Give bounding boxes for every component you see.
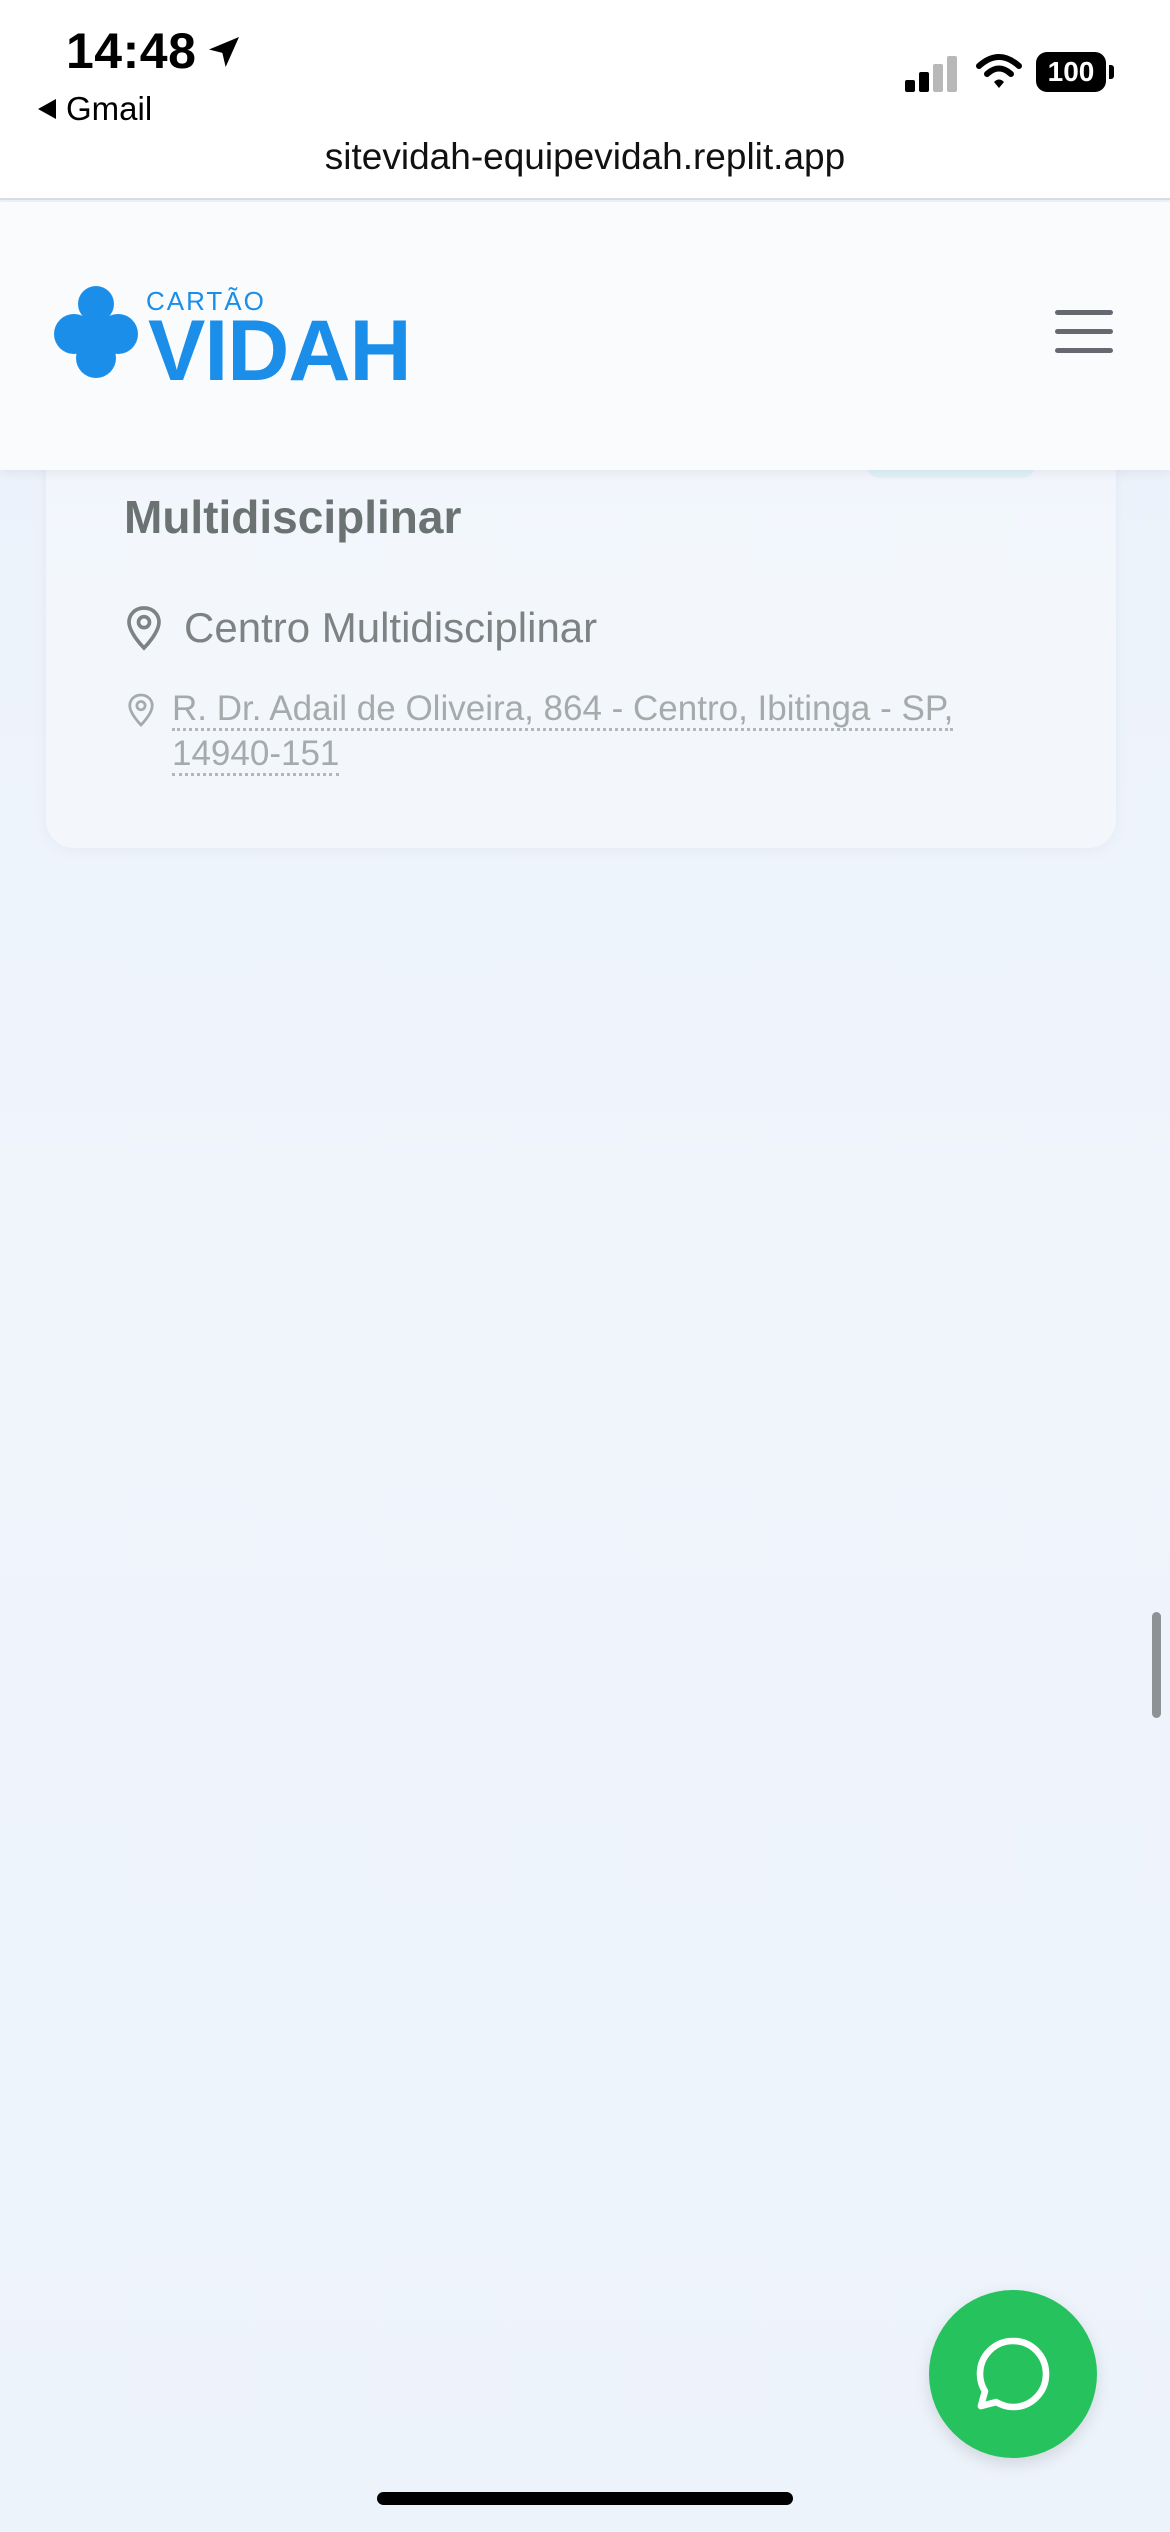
scrollbar[interactable] bbox=[1152, 1612, 1161, 1718]
status-bar: 14:48 Gmail 100 sitevidah-equipevidah.re… bbox=[0, 0, 1170, 200]
map-pin-icon bbox=[127, 606, 161, 651]
site-header: CARTÃO VIDAH bbox=[0, 202, 1170, 470]
address-link[interactable]: R. Dr. Adail de Oliveira, 864 - Centro, … bbox=[172, 686, 1052, 776]
wifi-icon bbox=[976, 54, 1022, 88]
whatsapp-button[interactable] bbox=[929, 2290, 1097, 2458]
home-indicator bbox=[377, 2492, 793, 2505]
clinic-title: Multidisciplinar bbox=[124, 491, 462, 543]
page: 14:48 Gmail 100 sitevidah-equipevidah.re… bbox=[0, 0, 1170, 2532]
address-line-1[interactable]: R. Dr. Adail de Oliveira, 864 - Centro, … bbox=[172, 689, 954, 731]
location-arrow-icon bbox=[209, 37, 239, 67]
back-to-app-button[interactable]: Gmail bbox=[38, 90, 152, 128]
back-app-label: Gmail bbox=[66, 90, 153, 127]
battery-level: 100 bbox=[1036, 52, 1106, 92]
status-time: 14:48 bbox=[66, 23, 197, 79]
logo-cross-icon bbox=[54, 286, 138, 378]
address-bar-url[interactable]: sitevidah-equipevidah.replit.app bbox=[0, 136, 1170, 178]
logo-big-text: VIDAH bbox=[148, 303, 412, 399]
hamburger-menu-icon[interactable] bbox=[1055, 310, 1113, 358]
whatsapp-icon bbox=[976, 2337, 1050, 2411]
back-arrow-icon bbox=[38, 99, 56, 119]
clinic-location: Centro Multidisciplinar bbox=[124, 604, 597, 652]
address-pin-icon bbox=[128, 693, 154, 727]
cartao-vidah-logo[interactable]: CARTÃO VIDAH bbox=[52, 282, 412, 399]
cellular-signal-icon bbox=[905, 56, 957, 92]
address-line-2[interactable]: 14940-151 bbox=[172, 734, 340, 776]
battery-icon: 100 bbox=[1036, 52, 1114, 92]
location-name: Centro Multidisciplinar bbox=[184, 604, 598, 651]
